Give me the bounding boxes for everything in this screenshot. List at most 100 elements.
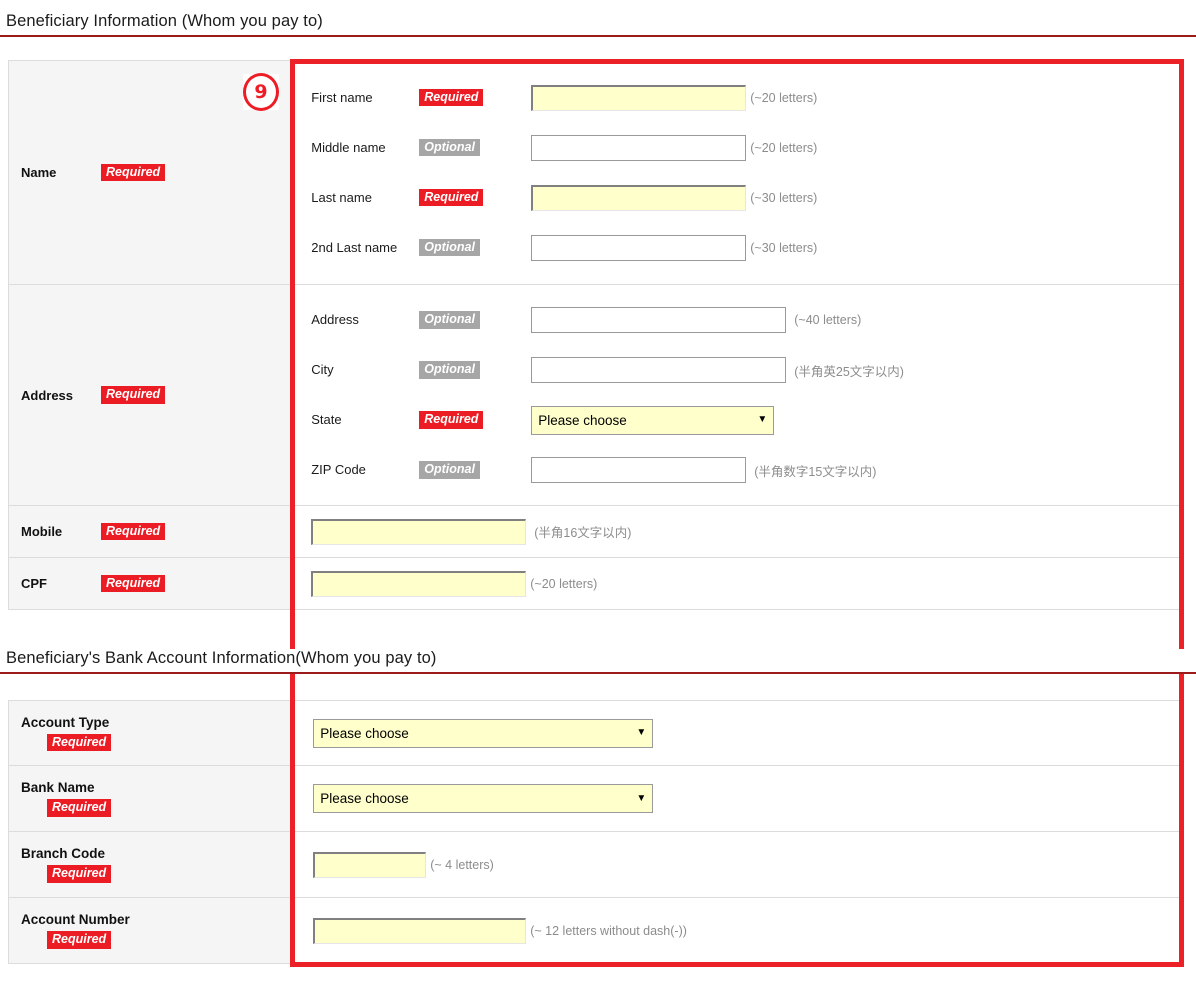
field-hint-mobile: (半角16文字以内) <box>534 526 632 540</box>
bank-name-select-value: Please choose <box>320 791 409 806</box>
row-label-cpf: CPF Required <box>7 557 294 610</box>
status-badge-required: Required <box>419 188 484 207</box>
field-hint-city: (半角英25文字以内) <box>794 364 904 379</box>
row-label-account-type: Account Type Required <box>7 700 294 766</box>
field-label-address: Address <box>311 312 359 327</box>
row-label-mobile-text: Mobile <box>21 524 63 539</box>
field-row-state: State Required Please choose ▼ <box>311 395 1183 445</box>
row-label-mobile: Mobile Required <box>7 505 294 558</box>
status-badge-optional: Optional <box>419 361 480 379</box>
row-label-branch-code: Branch Code Required <box>7 831 294 898</box>
bank-name-select[interactable]: Please choose ▼ <box>313 784 654 813</box>
chevron-down-icon: ▼ <box>636 792 647 804</box>
field-row-city: City Optional (半角英25文字以内) <box>311 345 1183 395</box>
beneficiary-information-table: Name Required First name Required (~20 l… <box>7 60 1184 610</box>
table-row-bank-name: Bank Name Required Please choose ▼ <box>7 765 1184 832</box>
row-fields-account-type: Please choose ▼ <box>292 700 1184 766</box>
table-row-mobile: Mobile Required (半角16文字以内) <box>7 505 1184 558</box>
branch-code-input[interactable] <box>313 851 427 878</box>
zip-code-input[interactable] <box>531 457 747 483</box>
row-label-address-text: Address <box>21 387 74 403</box>
table-row-address: Address Required Address Optional (~40 l… <box>7 284 1184 506</box>
field-row-2nd-last-name: 2nd Last name Optional (~30 letters) <box>311 223 1183 273</box>
status-badge-optional: Optional <box>419 138 480 157</box>
step-marker-number: 9 <box>243 73 279 111</box>
table-row-cpf: CPF Required (~20 letters) <box>7 557 1184 610</box>
field-hint-branch-code: (~ 4 letters) <box>430 857 494 872</box>
status-badge-optional: Optional <box>419 238 480 257</box>
field-label-middle-name: Middle name <box>311 139 386 155</box>
chevron-down-icon: ▼ <box>636 727 647 738</box>
status-badge-required: Required <box>47 733 112 752</box>
row-label-bank-name: Bank Name Required <box>7 765 294 832</box>
row-fields-account-number: (~ 12 letters without dash(-)) <box>292 897 1184 964</box>
field-row-mobile: (半角16文字以内) <box>311 507 1183 556</box>
account-number-input[interactable] <box>313 917 527 944</box>
status-badge-required: Required <box>47 799 112 817</box>
status-badge-required: Required <box>47 865 112 883</box>
field-label-state: State <box>311 412 342 427</box>
table-row-account-type: Account Type Required Please choose ▼ <box>7 700 1184 766</box>
row-label-cpf-text: CPF <box>21 576 47 591</box>
field-hint-cpf: (~20 letters) <box>530 576 598 591</box>
field-row-zip-code: ZIP Code Optional (半角数字15文字以内) <box>311 445 1183 495</box>
section-header-beneficiary-information: Beneficiary Information (Whom you pay to… <box>0 12 1196 37</box>
field-label-zip-code: ZIP Code <box>311 462 366 477</box>
last-name-input[interactable] <box>531 184 747 211</box>
row-label-account-type-text: Account Type <box>21 714 110 730</box>
row-fields-mobile: (半角16文字以内) <box>292 505 1184 558</box>
cpf-input[interactable] <box>311 570 527 597</box>
row-fields-name: First name Required (~20 letters) Middle… <box>292 60 1184 285</box>
bank-account-information-table: Account Type Required Please choose ▼ Ba… <box>7 700 1184 964</box>
account-type-select-value: Please choose <box>320 725 409 741</box>
field-label-first-name: First name <box>311 89 373 105</box>
status-badge-required: Required <box>419 88 484 107</box>
field-hint-last-name: (~30 letters) <box>750 190 818 205</box>
status-badge-required: Required <box>419 411 484 429</box>
field-hint-address: (~40 letters) <box>794 313 862 327</box>
row-fields-branch-code: (~ 4 letters) <box>292 831 1184 898</box>
field-hint-2nd-last-name: (~30 letters) <box>750 240 818 255</box>
status-badge-required: Required <box>101 522 166 541</box>
row-fields-address: Address Optional (~40 letters) City Opti… <box>292 284 1184 506</box>
field-hint-middle-name: (~20 letters) <box>750 140 818 155</box>
field-row-account-number: (~ 12 letters without dash(-)) <box>313 917 1183 944</box>
field-row-address: Address Optional (~40 letters) <box>311 295 1183 345</box>
row-label-account-number-text: Account Number <box>21 912 130 928</box>
row-fields-bank-name: Please choose ▼ <box>292 765 1184 832</box>
row-label-branch-code-text: Branch Code <box>21 846 106 862</box>
field-hint-first-name: (~20 letters) <box>750 90 818 105</box>
row-label-account-number: Account Number Required <box>7 897 294 964</box>
row-label-address: Address Required <box>7 284 294 506</box>
row-fields-cpf: (~20 letters) <box>292 557 1184 610</box>
field-row-last-name: Last name Required (~30 letters) <box>311 173 1183 223</box>
table-row-branch-code: Branch Code Required (~ 4 letters) <box>7 831 1184 898</box>
city-input[interactable] <box>531 357 787 383</box>
field-row-first-name: First name Required (~20 letters) <box>311 73 1183 123</box>
address-input[interactable] <box>531 307 787 333</box>
field-label-city: City <box>311 362 334 377</box>
status-badge-optional: Optional <box>419 461 480 479</box>
chevron-down-icon: ▼ <box>757 414 768 425</box>
status-badge-required: Required <box>101 574 166 593</box>
field-hint-account-number: (~ 12 letters without dash(-)) <box>530 923 687 938</box>
state-select-value: Please choose <box>538 412 627 428</box>
status-badge-required: Required <box>101 386 166 404</box>
account-type-select[interactable]: Please choose ▼ <box>313 718 654 748</box>
middle-name-input[interactable] <box>531 134 747 161</box>
row-label-bank-name-text: Bank Name <box>21 780 95 796</box>
row-label-name-text: Name <box>21 165 57 180</box>
field-label-2nd-last-name: 2nd Last name <box>311 239 398 255</box>
first-name-input[interactable] <box>531 84 747 111</box>
status-badge-optional: Optional <box>419 311 480 329</box>
table-row-account-number: Account Number Required (~ 12 letters wi… <box>7 897 1184 964</box>
table-row-name: Name Required First name Required (~20 l… <box>7 60 1184 285</box>
field-row-middle-name: Middle name Optional (~20 letters) <box>311 123 1183 173</box>
field-hint-zip-code: (半角数字15文字以内) <box>754 464 877 479</box>
field-label-last-name: Last name <box>311 189 372 205</box>
state-select[interactable]: Please choose ▼ <box>531 405 775 435</box>
page-subtitle: Beneficiary's Bank Account Information(W… <box>0 649 437 672</box>
mobile-input[interactable] <box>311 518 527 545</box>
page-title: Beneficiary Information (Whom you pay to… <box>6 12 323 30</box>
2nd-last-name-input[interactable] <box>531 234 747 261</box>
